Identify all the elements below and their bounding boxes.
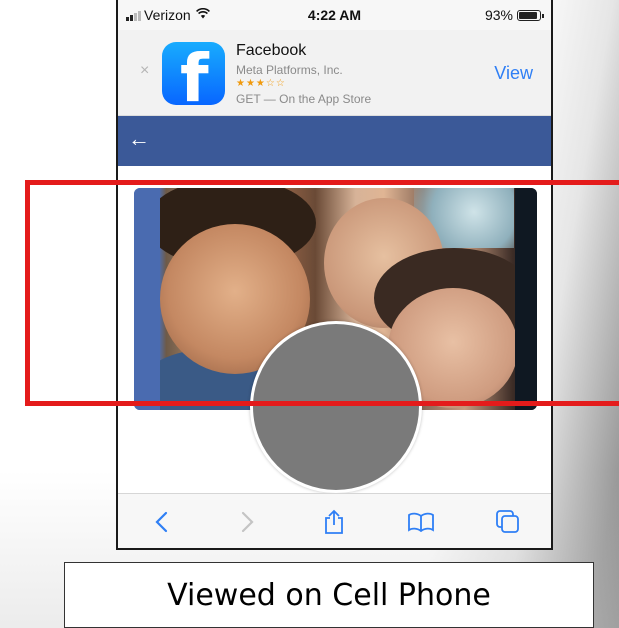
tabs-icon[interactable] [488, 502, 528, 542]
status-right: 93% [484, 7, 544, 23]
bookmarks-icon[interactable] [401, 502, 441, 542]
share-icon[interactable] [314, 502, 354, 542]
app-store-text: GET — On the App Store [236, 92, 372, 106]
browser-toolbar [118, 493, 551, 548]
status-bar: Verizon 4:22 AM 93% [118, 0, 551, 30]
highlight-box [25, 180, 619, 406]
view-button[interactable]: View [494, 63, 533, 84]
facebook-logo-icon: f [162, 42, 225, 105]
app-publisher: Meta Platforms, Inc. [236, 63, 343, 77]
forward-icon[interactable] [228, 502, 268, 542]
battery-icon [517, 9, 544, 21]
facebook-logo-letter: f [180, 42, 209, 106]
battery-percent: 93% [484, 7, 513, 23]
caption-text: Viewed on Cell Phone [167, 577, 491, 613]
back-arrow-icon[interactable]: ← [128, 126, 150, 152]
caption-box: Viewed on Cell Phone [64, 562, 594, 628]
facebook-header: ← [118, 116, 551, 166]
smart-app-banner[interactable]: × f Facebook Meta Platforms, Inc. ★★★☆☆ … [118, 30, 551, 116]
app-name: Facebook [236, 42, 307, 59]
rating-stars: ★★★☆☆ [236, 78, 286, 89]
close-icon[interactable]: × [140, 62, 149, 80]
back-icon[interactable] [141, 502, 181, 542]
